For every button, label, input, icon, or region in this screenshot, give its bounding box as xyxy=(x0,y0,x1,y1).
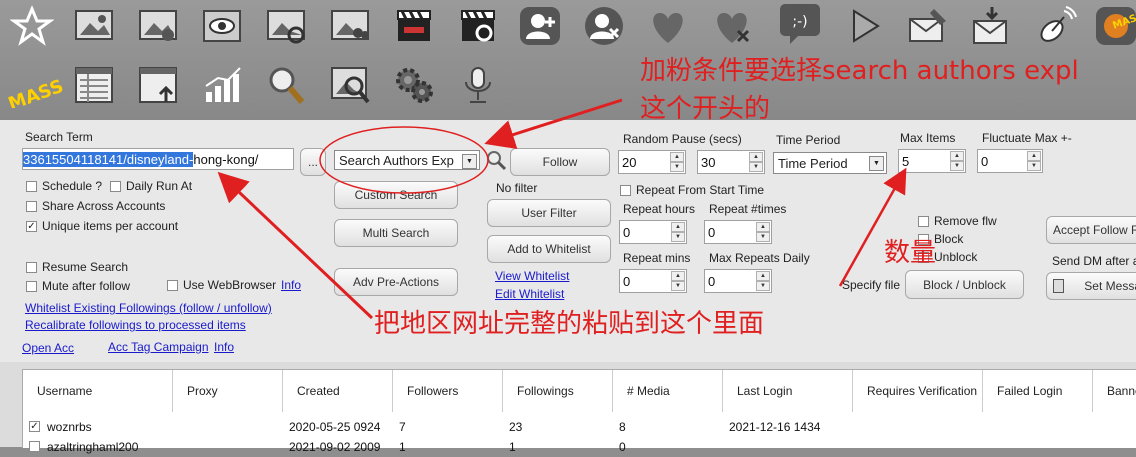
arrow-to-search-term xyxy=(217,171,374,320)
highlight-ellipse xyxy=(319,126,489,194)
annotation-quantity: 数量 xyxy=(884,238,937,268)
annotation-top-line1: 加粉条件要选择search authors expl xyxy=(640,56,1079,86)
annotation-top-line2: 这个开头的 xyxy=(640,94,771,124)
annotation-paste-hint: 把地区网址完整的粘贴到这个里面 xyxy=(374,309,765,339)
arrow-to-mode-select xyxy=(484,98,623,150)
